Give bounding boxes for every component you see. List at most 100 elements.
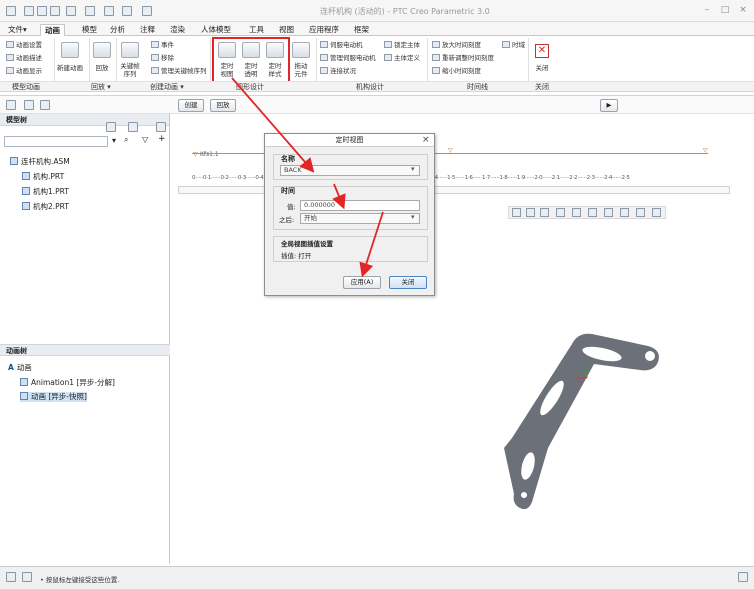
- drag-component-label: 拖动 元件: [294, 62, 308, 78]
- filter-icon[interactable]: ▽: [142, 135, 148, 144]
- tree-toggle-icon[interactable]: [6, 100, 16, 110]
- star-icon[interactable]: [40, 100, 50, 110]
- time-domain-button[interactable]: 时域: [502, 41, 525, 50]
- binoculars-icon[interactable]: ⌕: [124, 135, 128, 145]
- status-window-icon[interactable]: [738, 572, 748, 582]
- tab-framework[interactable]: 框架: [350, 24, 373, 36]
- spin-center-icon[interactable]: [652, 208, 661, 217]
- columns-icon[interactable]: [156, 122, 166, 132]
- chevron-down-icon[interactable]: ▾: [411, 165, 415, 173]
- name-select[interactable]: BACK: [280, 165, 420, 176]
- tab-annotate[interactable]: 注释: [136, 24, 159, 36]
- rescale-time-button[interactable]: 重新调整时间刻度: [432, 54, 494, 63]
- search-input[interactable]: [4, 136, 108, 147]
- anim-describe-button[interactable]: 动画描述: [6, 54, 42, 63]
- tree-item-part[interactable]: 机构2.PRT: [22, 202, 69, 212]
- show-icon[interactable]: [128, 122, 138, 132]
- group-create-animation[interactable]: 创建动画 ▾: [150, 82, 184, 92]
- interp-status: 插值: 打开: [281, 252, 312, 260]
- anim-tree-item-selected[interactable]: 动画 [异步-快照]: [20, 392, 87, 402]
- status-tree-icon[interactable]: [6, 572, 16, 582]
- display-style-icon[interactable]: [572, 208, 581, 217]
- zoom-in-view-icon[interactable]: [526, 208, 535, 217]
- animation-item-icon: [20, 378, 28, 386]
- timeline-scrollbar[interactable]: [178, 186, 730, 194]
- tab-view[interactable]: 视图: [275, 24, 298, 36]
- kfs-mid-marker[interactable]: ▽: [448, 147, 453, 154]
- datum-display-icon[interactable]: [620, 208, 629, 217]
- saved-views-icon[interactable]: [588, 208, 597, 217]
- keyframe-sequence-icon[interactable]: [121, 42, 139, 58]
- new-animation-icon[interactable]: [61, 42, 79, 58]
- tree-item-part[interactable]: 机构1.PRT: [22, 187, 69, 197]
- tab-tools[interactable]: 工具: [245, 24, 268, 36]
- redo-icon[interactable]: [85, 6, 95, 16]
- manage-keyframe-button[interactable]: 管理关键帧序列: [151, 67, 207, 76]
- drag-component-icon[interactable]: [292, 42, 310, 58]
- lock-body-button[interactable]: 锁定主体: [384, 41, 420, 50]
- chevron-down-icon[interactable]: ▾: [411, 213, 415, 221]
- after-select[interactable]: 开始: [300, 213, 420, 224]
- tree-item-assembly[interactable]: 连杆机构.ASM: [10, 157, 70, 167]
- window-icon[interactable]: [122, 6, 132, 16]
- close-icon[interactable]: ×: [736, 4, 750, 16]
- close-animation-icon[interactable]: ✕: [535, 44, 549, 58]
- regenerate-icon[interactable]: [104, 6, 114, 16]
- tab-applications[interactable]: 应用程序: [305, 24, 343, 36]
- servo-motor-button[interactable]: 伺服电动机: [320, 41, 363, 50]
- tab-file[interactable]: 文件▾: [4, 24, 31, 36]
- folder-icon[interactable]: [24, 100, 34, 110]
- tab-model[interactable]: 模型: [78, 24, 101, 36]
- add-icon[interactable]: +: [158, 134, 166, 144]
- maximize-icon[interactable]: □: [718, 4, 732, 16]
- kfs-end-marker[interactable]: ▽: [703, 147, 708, 154]
- dropdown-arrow-icon[interactable]: ▾: [112, 136, 116, 145]
- dialog-close-button[interactable]: 关闭: [389, 276, 427, 289]
- tab-render[interactable]: 渲染: [166, 24, 189, 36]
- event-button[interactable]: 事件: [151, 41, 174, 50]
- anim-tree-header: 动画树: [0, 344, 170, 356]
- play-icon[interactable]: ▶: [600, 99, 618, 112]
- app-logo-icon[interactable]: [6, 6, 16, 16]
- anim-tree-item[interactable]: Animation1 [异步-分解]: [20, 378, 115, 388]
- refit-icon[interactable]: [512, 208, 521, 217]
- new-icon[interactable]: [24, 6, 34, 16]
- playback-button[interactable]: 回放: [210, 99, 236, 112]
- annotation-display-icon[interactable]: [636, 208, 645, 217]
- remove-button[interactable]: 移除: [151, 54, 174, 63]
- minimize-icon[interactable]: –: [700, 4, 714, 16]
- dialog-close-icon[interactable]: ×: [422, 135, 430, 145]
- status-globe-icon[interactable]: [22, 572, 32, 582]
- tree-settings-icon[interactable]: [106, 122, 116, 132]
- time-label: 时间: [281, 187, 295, 195]
- tab-analysis[interactable]: 分析: [106, 24, 129, 36]
- view-manager-icon[interactable]: [604, 208, 613, 217]
- group-model-animation: 模型动画: [12, 83, 40, 91]
- zoom-in-time-button[interactable]: 放大时间刻度: [432, 41, 481, 50]
- repaint-icon[interactable]: [556, 208, 565, 217]
- apply-button[interactable]: 应用(A): [343, 276, 381, 289]
- zoom-out-time-button[interactable]: 缩小时间刻度: [432, 67, 481, 76]
- tab-animation[interactable]: 动画: [40, 24, 65, 36]
- settings-icon: [6, 41, 14, 48]
- tree-item-part[interactable]: 机构.PRT: [22, 172, 64, 182]
- group-playback[interactable]: 回放 ▾: [91, 82, 111, 92]
- tab-manikin[interactable]: 人体模型: [197, 24, 235, 36]
- close-window-icon[interactable]: [142, 6, 152, 16]
- undo-icon[interactable]: [66, 6, 76, 16]
- anim-settings-button[interactable]: 动画设置: [6, 41, 42, 50]
- dialog-title: 定时视图: [265, 134, 434, 147]
- open-icon[interactable]: [37, 6, 47, 16]
- create-button[interactable]: 创建: [178, 99, 204, 112]
- linkage-part[interactable]: [490, 320, 670, 520]
- connection-status-button[interactable]: 连接状况: [320, 67, 356, 76]
- anim-display-button[interactable]: 动画显示: [6, 67, 42, 76]
- body-definition-button[interactable]: 主体定义: [384, 54, 420, 63]
- anim-tree-root[interactable]: A 动画: [8, 363, 32, 373]
- name-label: 名称: [281, 155, 295, 163]
- playback-icon[interactable]: [93, 42, 111, 58]
- time-value-input[interactable]: 0.000000: [300, 200, 420, 211]
- zoom-out-view-icon[interactable]: [540, 208, 549, 217]
- save-icon[interactable]: [50, 6, 60, 16]
- manage-servo-button[interactable]: 管理伺服电动机: [320, 54, 376, 63]
